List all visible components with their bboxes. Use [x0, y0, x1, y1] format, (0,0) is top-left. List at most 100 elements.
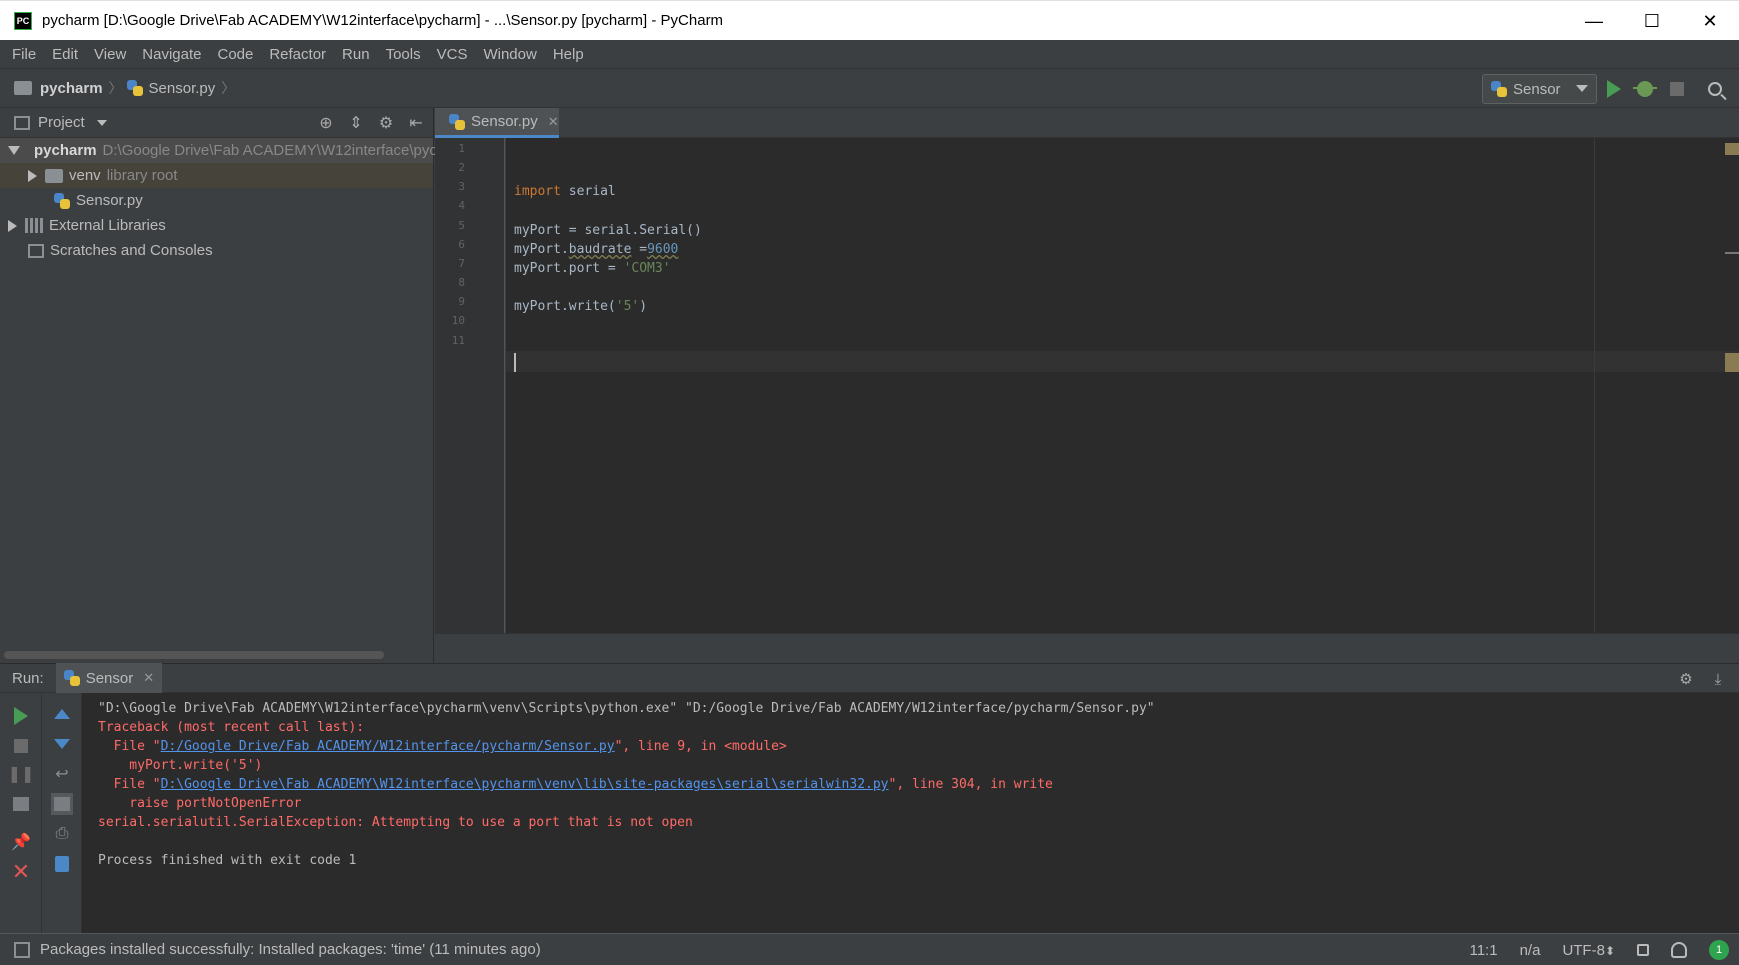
- gear-icon[interactable]: ⚙: [1677, 670, 1695, 688]
- tree-item-label: Scratches and Consoles: [50, 242, 213, 259]
- line-number: 5: [458, 219, 465, 232]
- project-panel: Project ⊕ ⇕ ⚙ ⇤ pycharm D:\Google Drive\…: [0, 108, 471, 663]
- stop-button[interactable]: [1666, 78, 1688, 100]
- run-tab-label: Sensor: [85, 669, 134, 687]
- console-text: ", line 304, in write: [888, 777, 1053, 792]
- tree-item-venv[interactable]: venv library root: [0, 163, 433, 188]
- menu-help[interactable]: Help: [545, 46, 592, 63]
- scroll-down-button[interactable]: [51, 733, 73, 755]
- search-everywhere-button[interactable]: [1704, 78, 1726, 100]
- menu-run[interactable]: Run: [334, 46, 378, 63]
- caret-position[interactable]: 11:1: [1469, 942, 1497, 959]
- scratches-icon: [28, 243, 44, 258]
- tree-item-scratches[interactable]: Scratches and Consoles: [0, 238, 433, 263]
- line-number: 10: [451, 314, 465, 327]
- dump-threads-button[interactable]: [10, 793, 32, 815]
- project-panel-title[interactable]: Project: [38, 114, 85, 131]
- threads-icon: [13, 797, 29, 811]
- rerun-button[interactable]: [10, 705, 32, 727]
- pycharm-logo-icon: PC: [14, 11, 32, 30]
- run-tab-sensor[interactable]: Sensor ✕: [55, 663, 163, 693]
- pause-button[interactable]: ❚❚: [8, 763, 35, 785]
- breadcrumb-file[interactable]: Sensor.py: [149, 80, 216, 97]
- line-number: 4: [458, 199, 465, 212]
- print-button[interactable]: ⎙: [51, 823, 73, 845]
- locate-icon[interactable]: ⊕: [317, 114, 335, 132]
- tree-item-project-root[interactable]: pycharm D:\Google Drive\Fab ACADEMY\W12i…: [0, 138, 471, 163]
- tool-windows-icon[interactable]: [14, 941, 30, 958]
- menu-file[interactable]: File: [4, 46, 44, 63]
- lock-icon[interactable]: [1637, 944, 1649, 956]
- hide-panel-icon[interactable]: ⤓: [1709, 670, 1727, 688]
- console-traceback-line: Traceback (most recent call last):: [98, 720, 365, 735]
- breadcrumb-separator: 〉: [221, 80, 236, 96]
- console-exception-line: serial.serialutil.SerialException: Attem…: [98, 815, 693, 830]
- status-message[interactable]: Packages installed successfully: Install…: [40, 941, 541, 958]
- console-code-line: myPort.write('5'): [98, 758, 263, 773]
- stop-icon: [1670, 82, 1684, 96]
- soft-wrap-button[interactable]: ↩: [51, 763, 73, 785]
- menu-window[interactable]: Window: [475, 46, 544, 63]
- stop-run-button[interactable]: [10, 735, 32, 757]
- console-file-link[interactable]: D:\Google Drive\Fab ACADEMY\W12interface…: [161, 777, 889, 792]
- gear-icon[interactable]: ⚙: [377, 114, 395, 132]
- run-button[interactable]: [1603, 78, 1625, 100]
- caret-stripe-marker[interactable]: [1725, 353, 1739, 372]
- current-line-highlight: [506, 351, 1739, 372]
- soft-wrap-icon: ↩: [55, 766, 69, 783]
- chevron-right-icon[interactable]: [8, 219, 17, 232]
- bug-icon: [1633, 81, 1657, 97]
- menu-refactor[interactable]: Refactor: [261, 46, 334, 63]
- right-margin-guide: [1594, 138, 1595, 633]
- code-line-7: myPort.port = 'COM3': [514, 261, 671, 276]
- code-editor[interactable]: import serial myPort = serial.Serial() m…: [506, 138, 1739, 633]
- file-encoding[interactable]: UTF-8⬍: [1562, 942, 1615, 959]
- menu-bar: File Edit View Navigate Code Refactor Ru…: [0, 40, 1739, 68]
- chevron-down-icon: [1576, 85, 1588, 92]
- line-separator-status[interactable]: n/a: [1520, 942, 1541, 959]
- pin-tab-button[interactable]: 📌: [10, 831, 32, 853]
- window-title: pycharm [D:\Google Drive\Fab ACADEMY\W12…: [42, 12, 724, 29]
- notifications-badge[interactable]: 1: [1709, 940, 1729, 960]
- chevron-down-icon[interactable]: [8, 146, 20, 155]
- line-number: 1: [458, 142, 465, 155]
- collapse-all-icon[interactable]: ⇕: [347, 114, 365, 132]
- debug-button[interactable]: [1633, 78, 1657, 100]
- menu-code[interactable]: Code: [209, 46, 261, 63]
- maximize-button[interactable]: ☐: [1623, 1, 1681, 41]
- scroll-to-end-button[interactable]: [51, 793, 73, 815]
- tree-item-external-libraries[interactable]: External Libraries: [0, 213, 433, 238]
- close-icon[interactable]: ✕: [548, 114, 559, 130]
- clear-all-button[interactable]: [51, 853, 73, 875]
- breadcrumb-project[interactable]: pycharm: [40, 80, 103, 97]
- tree-item-sensor-file[interactable]: Sensor.py: [0, 188, 433, 213]
- close-icon[interactable]: ✕: [143, 670, 154, 686]
- line-number: 2: [458, 161, 465, 174]
- menu-view[interactable]: View: [86, 46, 134, 63]
- editor-tab-bar: Sensor.py ✕: [435, 108, 1739, 138]
- close-run-button[interactable]: ✕: [10, 859, 32, 884]
- menu-tools[interactable]: Tools: [378, 46, 429, 63]
- project-icon: [14, 115, 30, 130]
- scroll-up-button[interactable]: [51, 703, 73, 725]
- minimize-button[interactable]: —: [1565, 1, 1623, 41]
- menu-edit[interactable]: Edit: [44, 46, 86, 63]
- tab-sensor-py[interactable]: Sensor.py ✕: [435, 108, 559, 138]
- console-text: File ": [98, 739, 161, 754]
- chevron-right-icon[interactable]: [28, 169, 37, 182]
- menu-navigate[interactable]: Navigate: [134, 46, 209, 63]
- run-configuration-select[interactable]: Sensor: [1482, 74, 1597, 104]
- horizontal-scrollbar[interactable]: [4, 651, 384, 659]
- menu-vcs[interactable]: VCS: [429, 46, 476, 63]
- code-text: myPort.port =: [514, 261, 624, 276]
- line-number: 11: [451, 334, 465, 347]
- hide-panel-icon[interactable]: ⇤: [407, 114, 425, 132]
- chevron-down-icon[interactable]: [96, 119, 107, 126]
- close-window-button[interactable]: ✕: [1681, 1, 1739, 41]
- console-file-link[interactable]: D:/Google Drive/Fab ACADEMY/W12interface…: [161, 739, 615, 754]
- hector-inspector-icon[interactable]: [1671, 942, 1687, 958]
- line-number: 8: [458, 276, 465, 289]
- warning-stripe-marker[interactable]: [1725, 143, 1739, 155]
- run-console-output[interactable]: "D:\Google Drive\Fab ACADEMY\W12interfac…: [82, 693, 1739, 933]
- status-bar: Packages installed successfully: Install…: [0, 933, 1739, 965]
